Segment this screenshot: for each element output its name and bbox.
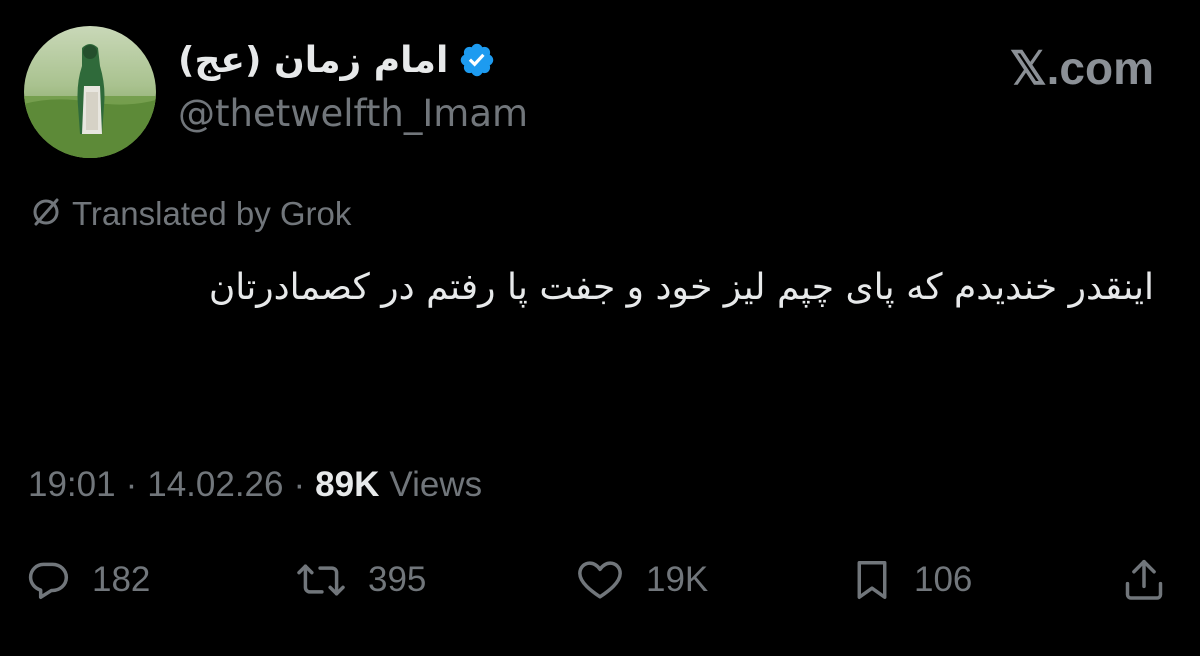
like-button[interactable]: 19K — [576, 552, 708, 608]
views-label: Views — [389, 465, 483, 504]
meta-separator: · — [125, 465, 138, 504]
tweet-time[interactable]: 19:01 — [28, 465, 116, 505]
translation-notice[interactable]: Translated by Grok — [28, 194, 351, 234]
meta-separator: · — [293, 465, 306, 504]
repost-count: 395 — [368, 560, 427, 599]
brand-text: 𝕏.com — [1009, 42, 1154, 94]
share-icon — [1122, 557, 1166, 603]
avatar[interactable] — [24, 26, 156, 158]
translation-label: Translated by Grok — [72, 195, 352, 232]
views-count: 89K — [315, 465, 380, 504]
tweet-date[interactable]: 14.02.26 — [147, 465, 283, 505]
tweet-meta: 19:01 · 14.02.26 · 89K Views — [28, 462, 482, 508]
like-icon — [576, 558, 624, 602]
translate-icon — [28, 194, 64, 234]
brand-logo: 𝕏.com — [1010, 42, 1154, 94]
reply-button[interactable]: 182 — [26, 552, 150, 608]
repost-button[interactable]: 395 — [296, 552, 426, 608]
bookmark-count: 106 — [914, 560, 973, 599]
bookmark-button[interactable]: 106 — [852, 552, 972, 608]
like-count: 19K — [646, 560, 709, 599]
bookmark-icon — [852, 558, 892, 602]
repost-icon — [296, 558, 346, 602]
tweet-text: اینقدر خندیدم که پای چپم لیز خود و جفت پ… — [208, 267, 1154, 308]
author-row: امام زمان (عج) — [178, 34, 496, 86]
display-name[interactable]: امام زمان (عج) — [178, 40, 448, 81]
reply-count: 182 — [92, 560, 151, 599]
action-bar: 182 395 19K 106 — [0, 552, 1200, 608]
share-button[interactable] — [1122, 552, 1166, 608]
verified-badge-icon[interactable] — [458, 41, 496, 79]
user-handle[interactable]: @thetwelfth_Imam — [178, 92, 528, 135]
reply-icon — [26, 558, 70, 602]
